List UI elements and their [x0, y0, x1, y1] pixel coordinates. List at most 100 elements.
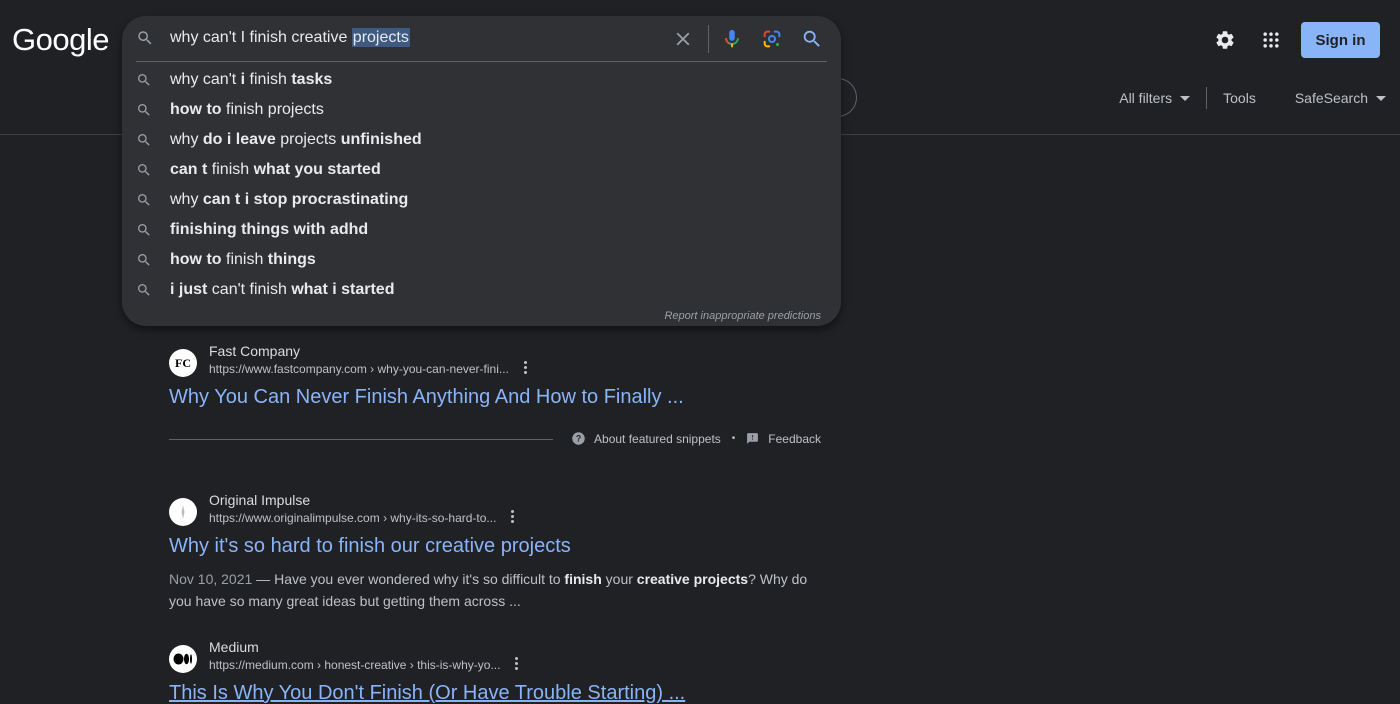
- suggestion-text: how to finish things: [170, 251, 316, 269]
- search-autocomplete-panel: why can't I finish creative projects why…: [122, 16, 841, 326]
- caret-down-icon: [1180, 95, 1191, 101]
- suggestion-list: why can't i finish tasks how to finish pr…: [122, 65, 841, 305]
- suggestion-text-part: tasks: [291, 71, 333, 88]
- result-title-link[interactable]: This Is Why You Don't Finish (Or Have Tr…: [169, 682, 685, 704]
- suggestion-text: why can t i stop procrastinating: [170, 191, 408, 209]
- suggestion-item[interactable]: i just can't finish what i started: [122, 275, 841, 305]
- search-icon: [136, 132, 152, 153]
- tools-row: All filters Tools SafeSearch: [1119, 87, 1386, 109]
- snippet-text-part: finish: [564, 571, 602, 587]
- suggestion-text-part: finishing things with adhd: [170, 221, 369, 238]
- help-circle-icon: ?: [571, 431, 586, 446]
- tools-label: Tools: [1223, 90, 1256, 106]
- result-url[interactable]: https://medium.com › honest-creative › t…: [209, 658, 500, 672]
- suggestion-item[interactable]: how to finish things: [122, 245, 841, 275]
- all-filters-button[interactable]: All filters: [1119, 90, 1191, 106]
- search-input[interactable]: why can't I finish creative projects: [170, 28, 410, 47]
- snippet-separator: —: [252, 571, 275, 587]
- sign-in-button[interactable]: Sign in: [1301, 22, 1380, 58]
- result-snippet: Nov 10, 2021 — Have you ever wondered wh…: [169, 568, 809, 612]
- suggestion-text-part: i just: [170, 281, 208, 298]
- search-submit-icon[interactable]: [797, 24, 827, 54]
- search-icon: [136, 29, 154, 52]
- originalimpulse-favicon-icon: [169, 498, 197, 526]
- search-icon: [136, 282, 152, 303]
- suggestion-text-part: can t i stop procrastinating: [202, 191, 409, 208]
- result-site-name[interactable]: Original Impulse: [209, 492, 310, 508]
- suggestion-text-part: things: [267, 251, 316, 268]
- snippet-text-part: Have you ever wondered why it's so diffi…: [274, 571, 565, 587]
- fastcompany-favicon-icon: FC: [169, 349, 197, 377]
- about-featured-snippets-link[interactable]: About featured snippets: [594, 432, 721, 446]
- suggestion-text-part: finish: [207, 161, 254, 178]
- suggestion-text-part: why: [170, 131, 203, 148]
- result-url[interactable]: https://www.fastcompany.com › why-you-ca…: [209, 362, 509, 376]
- medium-favicon-icon: [169, 645, 197, 673]
- more-options-icon[interactable]: [515, 657, 518, 670]
- suggestion-item[interactable]: why can t i stop procrastinating: [122, 185, 841, 215]
- snippet-text-part: creative projects: [636, 571, 749, 587]
- suggestion-text-part: what you started: [253, 161, 381, 178]
- feedback-flag-icon: [746, 432, 759, 445]
- suggestion-text-part: what i started: [291, 281, 395, 298]
- suggestion-text: finishing things with adhd: [170, 221, 368, 239]
- suggestion-text-part: projects: [275, 131, 341, 148]
- search-results-page: Google Sign in All filters Tools SafeSea…: [0, 0, 1400, 704]
- more-options-icon[interactable]: [511, 510, 514, 523]
- search-box[interactable]: why can't I finish creative projects: [122, 16, 841, 62]
- result-url[interactable]: https://www.originalimpulse.com › why-it…: [209, 511, 496, 525]
- search-actions: [668, 24, 827, 54]
- safesearch-button[interactable]: SafeSearch: [1295, 90, 1386, 106]
- result-site-name[interactable]: Fast Company: [209, 343, 300, 359]
- search-actions-divider: [708, 25, 709, 53]
- suggestion-text: i just can't finish what i started: [170, 281, 394, 299]
- suggestion-text-part: finish projects: [221, 101, 324, 118]
- google-logo[interactable]: Google: [12, 22, 109, 58]
- clear-x-icon[interactable]: [668, 24, 698, 54]
- result-title-link[interactable]: Why it's so hard to finish our creative …: [169, 535, 571, 558]
- suggestion-text-part: how to: [170, 101, 222, 118]
- suggestion-text-part: why: [170, 191, 203, 208]
- microphone-icon[interactable]: [717, 24, 747, 54]
- all-filters-label: All filters: [1119, 90, 1173, 106]
- search-box-divider: [136, 61, 827, 62]
- report-predictions-link[interactable]: Report inappropriate predictions: [664, 310, 821, 322]
- result-site-name[interactable]: Medium: [209, 639, 259, 655]
- search-icon: [136, 192, 152, 213]
- more-options-icon[interactable]: [524, 361, 527, 374]
- svg-text:?: ?: [576, 434, 581, 444]
- apps-grid-icon[interactable]: [1253, 22, 1289, 58]
- suggestion-text-part: can't finish: [207, 281, 292, 298]
- header-actions: Sign in: [1207, 22, 1380, 58]
- tools-button[interactable]: Tools: [1223, 90, 1256, 106]
- search-icon: [136, 102, 152, 123]
- feedback-link[interactable]: Feedback: [768, 432, 821, 446]
- result-title-link[interactable]: Why You Can Never Finish Anything And Ho…: [169, 386, 684, 409]
- suggestion-text-part: finish: [245, 71, 292, 88]
- snippet-footer-divider: [169, 439, 553, 440]
- settings-gear-icon[interactable]: [1207, 22, 1243, 58]
- suggestion-item[interactable]: finishing things with adhd: [122, 215, 841, 245]
- snippet-footer-links: ? About featured snippets • Feedback: [571, 431, 821, 446]
- tools-divider: [1206, 87, 1208, 109]
- suggestion-item[interactable]: can t finish what you started: [122, 155, 841, 185]
- snippet-text-part: your: [601, 571, 637, 587]
- suggestion-item[interactable]: how to finish projects: [122, 95, 841, 125]
- featured-snippet-footer: ? About featured snippets • Feedback: [169, 431, 821, 449]
- result-date: Nov 10, 2021: [169, 571, 253, 587]
- suggestion-text-part: why can't: [170, 71, 241, 88]
- suggestion-item[interactable]: why do i leave projects unfinished: [122, 125, 841, 155]
- search-icon: [136, 162, 152, 183]
- search-icon: [136, 252, 152, 273]
- suggestion-text-part: finish: [221, 251, 268, 268]
- query-selected-text: projects: [351, 28, 410, 47]
- suggestion-text: why do i leave projects unfinished: [170, 131, 422, 149]
- suggestion-text-part: unfinished: [340, 131, 422, 148]
- safesearch-label: SafeSearch: [1294, 90, 1368, 106]
- suggestion-item[interactable]: why can't i finish tasks: [122, 65, 841, 95]
- suggestion-text-part: can t: [170, 161, 208, 178]
- suggestion-text: how to finish projects: [170, 101, 324, 119]
- search-icon: [136, 72, 152, 93]
- lens-camera-icon[interactable]: [757, 24, 787, 54]
- query-text: why can't I finish creative: [170, 29, 352, 46]
